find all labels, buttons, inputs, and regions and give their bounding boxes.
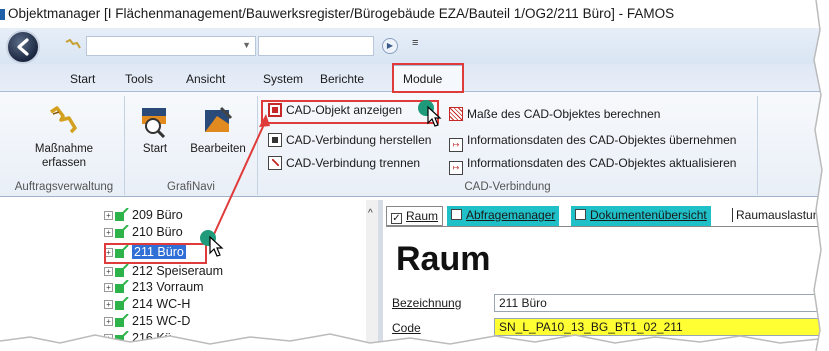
masse-berechnen-label: Maße des CAD-Objektes berechnen — [467, 107, 661, 121]
tree-item[interactable]: +212 Speiseraum — [104, 264, 223, 280]
data-refresh-icon: ↦ — [449, 161, 463, 175]
tab-dokumentenuebersicht[interactable]: Dokumentenübersicht — [571, 206, 711, 226]
cad-verbindung-herstellen-button[interactable]: CAD-Verbindung herstellen — [268, 133, 431, 153]
scroll-up-icon[interactable]: ^ — [368, 208, 373, 219]
grafinavi-start-label: Start — [142, 143, 168, 155]
group-label-auftragsverwaltung: Auftragsverwaltung — [14, 181, 114, 193]
tab-raum[interactable]: ✓ Raum — [386, 206, 444, 226]
cursor-click-icon — [418, 100, 442, 127]
tab-tools[interactable]: Tools — [125, 72, 153, 86]
infodaten-aktualisieren-label: Informationsdaten des CAD-Objektes aktua… — [467, 156, 737, 170]
tree-item-label: 209 Büro — [132, 208, 183, 222]
checkbox-icon[interactable] — [575, 209, 586, 220]
edit-map-icon — [201, 104, 235, 138]
tab-underline — [386, 226, 829, 227]
unlink-icon — [268, 156, 282, 170]
module-tab-highlight-box — [392, 63, 464, 93]
tab-abfragemanager[interactable]: Abfragemanager — [447, 206, 560, 226]
group-grafinavi: Start Bearbeiten GrafiNavi — [125, 96, 258, 195]
wrench-icon[interactable] — [64, 38, 82, 57]
cad-objekt-anzeigen-highlight-box — [261, 100, 439, 124]
bezeichnung-label-text: Bezeichnung — [392, 296, 462, 310]
expand-icon[interactable]: + — [104, 283, 113, 292]
torn-edge-bottom — [0, 333, 829, 351]
tab-start[interactable]: Start — [70, 72, 95, 86]
link-icon — [268, 133, 282, 147]
tree-item-label: 212 Speiseraum — [132, 264, 224, 278]
famos-window: Objektmanager [I Flächenmanagement/Bauwe… — [0, 0, 829, 351]
tab-abfragemanager-label: Abfragemanager — [466, 208, 556, 222]
chevron-down-icon[interactable]: ▼ — [242, 40, 251, 50]
chevron-left-icon — [17, 38, 29, 56]
expand-icon[interactable]: + — [104, 211, 113, 220]
expand-icon[interactable]: + — [104, 228, 113, 237]
room-icon — [115, 280, 129, 293]
group-label-grafinavi: GrafiNavi — [167, 181, 215, 193]
massnahme-erfassen-button[interactable]: Maßnahme erfassen — [18, 104, 110, 170]
tab-ansicht[interactable]: Ansicht — [186, 72, 225, 86]
cad-verbindung-herstellen-label: CAD-Verbindung herstellen — [286, 133, 432, 147]
cursor-click-icon — [200, 230, 224, 257]
title-bar: Objektmanager [I Flächenmanagement/Bauwe… — [0, 0, 829, 28]
page-title: Raum — [396, 240, 491, 278]
expand-icon[interactable]: + — [104, 267, 113, 276]
play-icon[interactable]: ▶ — [382, 38, 398, 54]
grafinavi-bearbeiten-button[interactable]: Bearbeiten — [183, 104, 253, 156]
massnahme-erfassen-label: Maßnahme erfassen — [34, 143, 94, 169]
infodaten-uebernehmen-button[interactable]: ↦ Informationsdaten des CAD-Objektes über… — [449, 133, 736, 153]
room-icon — [115, 225, 129, 238]
data-import-icon: ↦ — [449, 138, 463, 152]
bezeichnung-field[interactable]: 211 Büro — [494, 294, 829, 312]
torn-edge-right — [813, 0, 829, 351]
customize-toolbar-icon[interactable]: ≡ — [412, 37, 418, 49]
tab-berichte[interactable]: Berichte — [320, 72, 364, 86]
checkbox-checked-icon[interactable]: ✓ — [391, 213, 402, 224]
tree-item[interactable]: +209 Büro — [104, 208, 183, 224]
tab-system[interactable]: System — [263, 72, 303, 86]
grafinavi-start-button[interactable]: Start — [133, 104, 177, 156]
app-icon — [0, 9, 5, 20]
room-icon — [115, 208, 129, 221]
room-icon — [115, 297, 129, 310]
quick-access-combo-1[interactable]: ▼ — [86, 36, 256, 56]
field-label-bezeichnung: Bezeichnung — [392, 296, 461, 310]
back-button[interactable] — [6, 30, 40, 64]
tree-item-label: 214 WC-H — [132, 297, 191, 311]
masse-berechnen-button[interactable]: Maße des CAD-Objektes berechnen — [449, 107, 660, 127]
tab-dokumentenuebersicht-label: Dokumentenübersicht — [590, 208, 707, 222]
tree-item[interactable]: +214 WC-H — [104, 297, 190, 313]
tree-item[interactable]: +213 Vorraum — [104, 280, 204, 296]
window-title: Objektmanager [I Flächenmanagement/Bauwe… — [8, 6, 675, 21]
tree-item[interactable]: +210 Büro — [104, 225, 183, 241]
room-icon — [115, 264, 129, 277]
infodaten-uebernehmen-label: Informationsdaten des CAD-Objektes übern… — [467, 133, 737, 147]
magnifier-map-icon — [138, 104, 172, 139]
tree-item-label: 213 Vorraum — [132, 280, 204, 294]
tab-raum-label: Raum — [406, 209, 439, 223]
tree-selection-highlight-box — [104, 243, 207, 264]
expand-icon[interactable]: + — [104, 300, 113, 309]
infodaten-aktualisieren-button[interactable]: ↦ Informationsdaten des CAD-Objektes aktu… — [449, 156, 736, 176]
wrench-icon — [47, 104, 81, 138]
group-label-cad-verbindung: CAD-Verbindung — [464, 181, 551, 193]
checkbox-icon[interactable] — [451, 209, 462, 220]
hatched-area-icon — [449, 107, 463, 121]
tree-item-label: 210 Büro — [132, 225, 183, 239]
cad-verbindung-trennen-label: CAD-Verbindung trennen — [286, 156, 421, 170]
grafinavi-bearbeiten-label: Bearbeiten — [190, 143, 246, 155]
cad-verbindung-trennen-button[interactable]: CAD-Verbindung trennen — [268, 156, 420, 176]
group-auftragsverwaltung: Maßnahme erfassen Auftragsverwaltung — [4, 96, 125, 195]
quick-access-combo-2[interactable] — [258, 36, 374, 56]
